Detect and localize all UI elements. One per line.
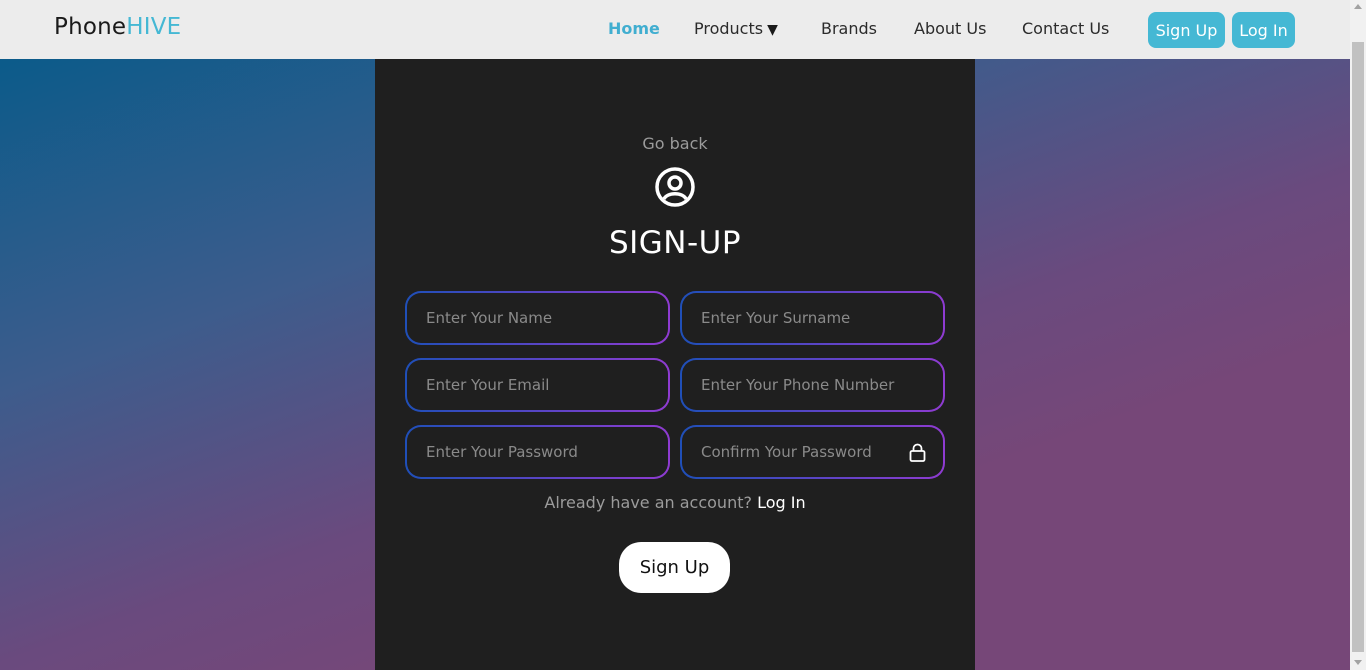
signup-submit-button[interactable]: Sign Up bbox=[619, 542, 730, 593]
nav-products-label: Products bbox=[694, 19, 764, 38]
password-input[interactable] bbox=[407, 427, 668, 477]
email-input[interactable] bbox=[407, 360, 668, 410]
login-link[interactable]: Log In bbox=[757, 493, 806, 512]
confirm-password-field-wrapper bbox=[680, 425, 945, 479]
nav-about-link[interactable]: About Us bbox=[914, 19, 986, 38]
name-field-wrapper bbox=[405, 291, 670, 345]
surname-input[interactable] bbox=[682, 293, 943, 343]
phone-input[interactable] bbox=[682, 360, 943, 410]
user-circle-icon bbox=[655, 167, 695, 207]
logo-text-hive: HIVE bbox=[126, 14, 182, 40]
nav-home-link[interactable]: Home bbox=[608, 19, 660, 38]
lock-icon[interactable] bbox=[909, 443, 926, 462]
scrollbar[interactable] bbox=[1350, 0, 1366, 670]
nav-brands-link[interactable]: Brands bbox=[821, 19, 877, 38]
caret-down-icon: ▼ bbox=[767, 22, 778, 38]
phone-field-wrapper bbox=[680, 358, 945, 412]
account-prompt: Already have an account? Log In bbox=[375, 493, 975, 512]
nav-login-button[interactable]: Log In bbox=[1232, 12, 1295, 48]
email-field-wrapper bbox=[405, 358, 670, 412]
name-input[interactable] bbox=[407, 293, 668, 343]
surname-field-wrapper bbox=[680, 291, 945, 345]
signup-panel: Go back SIGN-UP Already have an account?… bbox=[375, 59, 975, 670]
nav-products-dropdown[interactable]: Products ▼ bbox=[694, 19, 778, 38]
page-title: SIGN-UP bbox=[608, 225, 742, 261]
scroll-up-arrow-icon[interactable] bbox=[1354, 4, 1362, 9]
account-prompt-text: Already have an account? bbox=[544, 493, 752, 512]
password-field-wrapper bbox=[405, 425, 670, 479]
scroll-down-arrow-icon[interactable] bbox=[1354, 660, 1362, 665]
nav-signup-button[interactable]: Sign Up bbox=[1148, 12, 1225, 48]
nav-contact-link[interactable]: Contact Us bbox=[1022, 19, 1109, 38]
go-back-link[interactable]: Go back bbox=[375, 134, 975, 153]
confirm-password-input[interactable] bbox=[682, 427, 943, 477]
logo[interactable]: PhoneHIVE bbox=[54, 14, 181, 40]
logo-text-phone: Phone bbox=[54, 14, 127, 40]
navbar: PhoneHIVE Home Products ▼ Brands About Us… bbox=[0, 0, 1350, 59]
scrollbar-thumb[interactable] bbox=[1352, 42, 1364, 652]
